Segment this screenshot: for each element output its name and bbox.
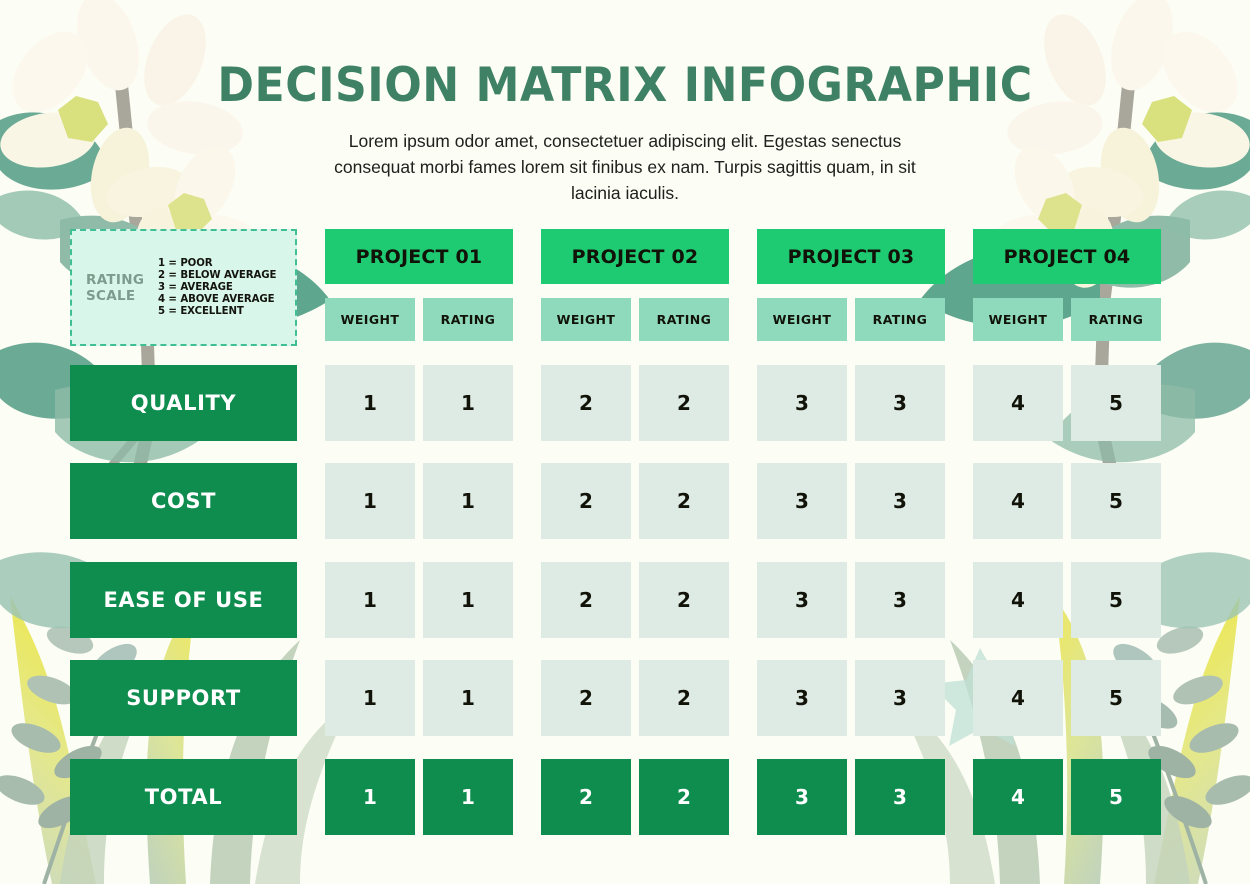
row-label-ease-of-use: EASE OF USE xyxy=(70,562,297,638)
cell-support-p1-rating: 1 xyxy=(423,660,513,736)
cell-ease-of-use-p3-rating: 3 xyxy=(855,562,945,638)
cell-quality-p2-weight: 2 xyxy=(541,365,631,441)
project-header-2: PROJECT 02 xyxy=(541,229,729,284)
cell-ease-of-use-p2-weight: 2 xyxy=(541,562,631,638)
rating-scale-item-5: 5 = EXCELLENT xyxy=(158,306,244,317)
cell-cost-p1-rating: 1 xyxy=(423,463,513,539)
rating-scale-label: RATING SCALE xyxy=(86,271,145,304)
cell-ease-of-use-p4-rating: 5 xyxy=(1071,562,1161,638)
cell-cost-p3-rating: 3 xyxy=(855,463,945,539)
cell-total-p3-weight: 3 xyxy=(757,759,847,835)
infographic-canvas: DECISION MATRIX INFOGRAPHIC Lorem ipsum … xyxy=(0,0,1250,884)
cell-quality-p2-rating: 2 xyxy=(639,365,729,441)
subheader-weight-1: WEIGHT xyxy=(325,298,415,341)
subheader-rating-2: RATING xyxy=(639,298,729,341)
cell-support-p1-weight: 1 xyxy=(325,660,415,736)
cell-total-p2-weight: 2 xyxy=(541,759,631,835)
subheader-weight-2: WEIGHT xyxy=(541,298,631,341)
row-label-cost: COST xyxy=(70,463,297,539)
row-label-quality: QUALITY xyxy=(70,365,297,441)
cell-quality-p1-weight: 1 xyxy=(325,365,415,441)
project-header-4: PROJECT 04 xyxy=(973,229,1161,284)
subheader-rating-4: RATING xyxy=(1071,298,1161,341)
cell-ease-of-use-p4-weight: 4 xyxy=(973,562,1063,638)
cell-total-p4-rating: 5 xyxy=(1071,759,1161,835)
page-subtitle: Lorem ipsum odor amet, consectetuer adip… xyxy=(334,131,916,203)
cell-cost-p4-rating: 5 xyxy=(1071,463,1161,539)
page-title: DECISION MATRIX INFOGRAPHIC xyxy=(217,58,1033,113)
cell-total-p4-weight: 4 xyxy=(973,759,1063,835)
cell-support-p3-rating: 3 xyxy=(855,660,945,736)
project-header-3: PROJECT 03 xyxy=(757,229,945,284)
cell-support-p2-weight: 2 xyxy=(541,660,631,736)
subheader-rating-3: RATING xyxy=(855,298,945,341)
subheader-weight-3: WEIGHT xyxy=(757,298,847,341)
cell-total-p3-rating: 3 xyxy=(855,759,945,835)
cell-cost-p1-weight: 1 xyxy=(325,463,415,539)
rating-scale-item-1: 1 = POOR xyxy=(158,258,213,269)
cell-quality-p3-rating: 3 xyxy=(855,365,945,441)
rating-scale-item-3: 3 = AVERAGE xyxy=(158,282,233,293)
cell-support-p2-rating: 2 xyxy=(639,660,729,736)
cell-quality-p1-rating: 1 xyxy=(423,365,513,441)
cell-total-p2-rating: 2 xyxy=(639,759,729,835)
row-label-support: SUPPORT xyxy=(70,660,297,736)
cell-total-p1-rating: 1 xyxy=(423,759,513,835)
cell-cost-p4-weight: 4 xyxy=(973,463,1063,539)
cell-quality-p4-rating: 5 xyxy=(1071,365,1161,441)
cell-ease-of-use-p1-rating: 1 xyxy=(423,562,513,638)
cell-quality-p3-weight: 3 xyxy=(757,365,847,441)
cell-total-p1-weight: 1 xyxy=(325,759,415,835)
cell-support-p4-weight: 4 xyxy=(973,660,1063,736)
cell-cost-p3-weight: 3 xyxy=(757,463,847,539)
cell-ease-of-use-p3-weight: 3 xyxy=(757,562,847,638)
cell-cost-p2-weight: 2 xyxy=(541,463,631,539)
subheader-weight-4: WEIGHT xyxy=(973,298,1063,341)
rating-scale-item-2: 2 = BELOW AVERAGE xyxy=(158,270,277,281)
cell-ease-of-use-p2-rating: 2 xyxy=(639,562,729,638)
cell-ease-of-use-p1-weight: 1 xyxy=(325,562,415,638)
rating-scale-list: 1 = POOR 2 = BELOW AVERAGE 3 = AVERAGE 4… xyxy=(156,258,295,317)
subheader-rating-1: RATING xyxy=(423,298,513,341)
project-header-1: PROJECT 01 xyxy=(325,229,513,284)
row-label-total: TOTAL xyxy=(70,759,297,835)
cell-support-p4-rating: 5 xyxy=(1071,660,1161,736)
cell-cost-p2-rating: 2 xyxy=(639,463,729,539)
cell-support-p3-weight: 3 xyxy=(757,660,847,736)
rating-scale-legend: RATING SCALE 1 = POOR 2 = BELOW AVERAGE … xyxy=(70,229,297,346)
rating-scale-item-4: 4 = ABOVE AVERAGE xyxy=(158,294,275,305)
cell-quality-p4-weight: 4 xyxy=(973,365,1063,441)
